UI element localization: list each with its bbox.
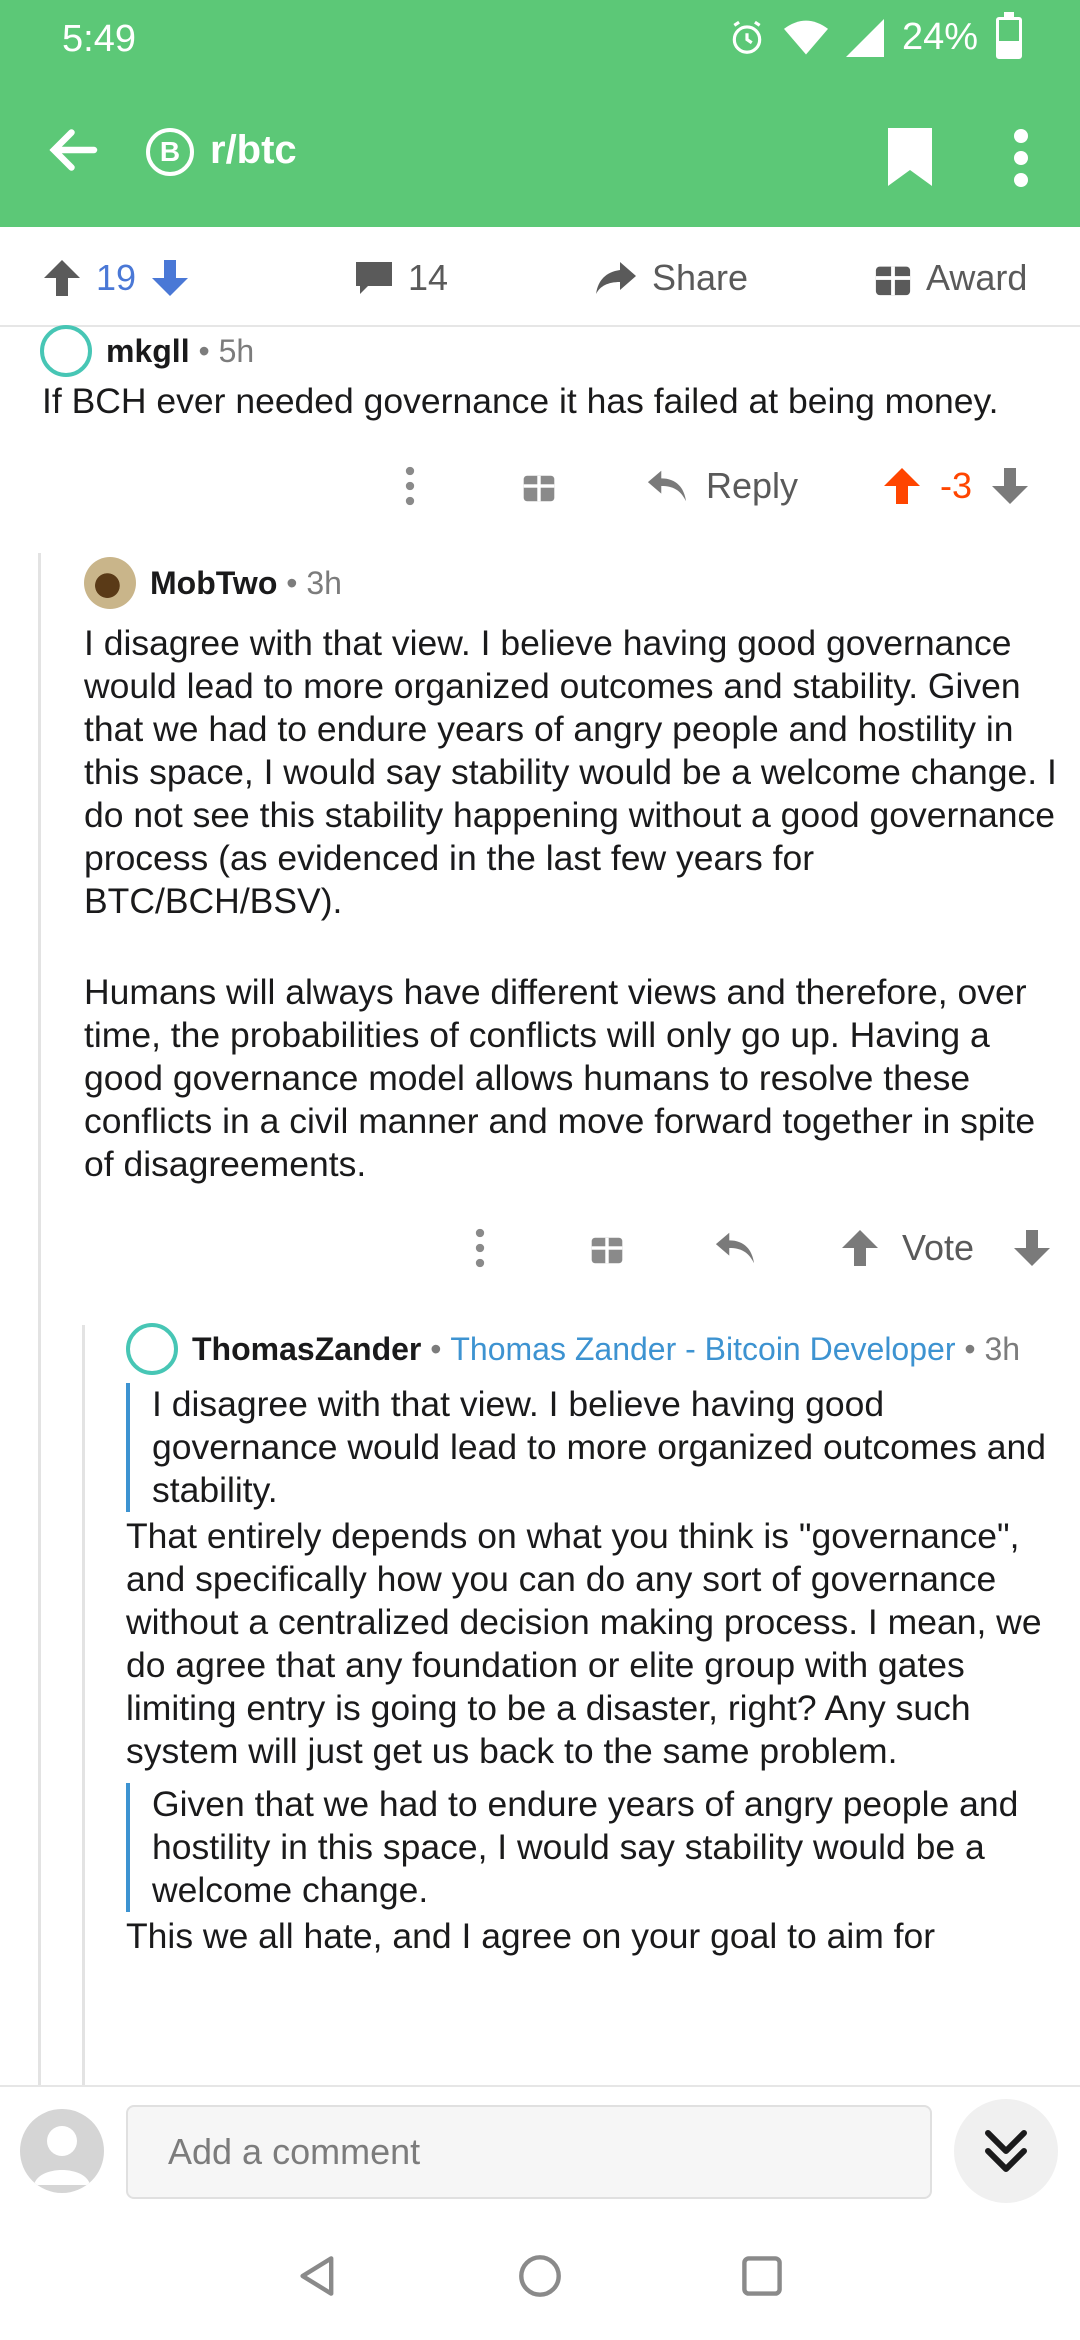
share-icon [596, 262, 636, 294]
user-flair: Thomas Zander - Bitcoin Developer [450, 1330, 956, 1367]
comment-paragraph: That entirely depends on what you think … [126, 1516, 1042, 1771]
alarm-icon [732, 20, 762, 54]
reply-icon[interactable] [646, 468, 688, 504]
status-icons: 24% [728, 11, 1022, 59]
bookmark-icon[interactable] [888, 128, 932, 186]
upvote-icon[interactable] [882, 466, 922, 506]
thread-line [38, 553, 41, 2085]
comment-author[interactable]: mkgll [106, 333, 190, 370]
thread-line [82, 1325, 85, 2085]
quote-block: I disagree with that view. I believe hav… [126, 1383, 1052, 1512]
comment-meta: MobTwo • 3h [84, 557, 342, 609]
comment-paragraph: I disagree with that view. I believe hav… [84, 623, 1057, 921]
signal-icon [845, 18, 884, 57]
toolbar: B r/btc [0, 110, 1080, 200]
quote-block: Given that we had to endure years of ang… [126, 1783, 1072, 1912]
comment-meta: mkgll • 5h [40, 325, 254, 377]
comment-score: -3 [940, 465, 973, 506]
downvote-icon[interactable] [1012, 1228, 1052, 1268]
share-label: Share [652, 257, 749, 298]
avatar[interactable] [40, 325, 92, 377]
comment-paragraph: This we all hate, and I agree on your go… [126, 1916, 936, 1956]
downvote-icon[interactable] [990, 466, 1030, 506]
comment-author[interactable]: ThomasZander [192, 1331, 421, 1368]
comment-actions: Vote [470, 1227, 1052, 1269]
comment-thread: mkgll • 5h If BCH ever needed governance… [0, 325, 1080, 2085]
comment-time: 3h [984, 1330, 1021, 1367]
award-button[interactable]: Award [874, 257, 1027, 299]
post-action-bar: 19 14 Share Award [0, 227, 1080, 327]
vote-label: Vote [902, 1227, 975, 1268]
gift-icon[interactable] [590, 1231, 624, 1265]
expand-button[interactable] [954, 2099, 1058, 2203]
status-time: 5:49 [62, 18, 136, 60]
comment-count: 14 [408, 257, 449, 298]
battery-icon [996, 11, 1022, 59]
subreddit-name[interactable]: r/btc [210, 128, 297, 173]
comment-time: 5h [218, 332, 255, 369]
double-chevron-down-icon [985, 2130, 1027, 2172]
app-bar: 5:49 24% B r/btc [0, 0, 1080, 227]
avatar[interactable] [126, 1323, 178, 1375]
system-navigation-bar [0, 2210, 1080, 2340]
comment-author[interactable]: MobTwo [150, 565, 277, 602]
more-options-icon[interactable] [470, 1228, 490, 1268]
share-button[interactable]: Share [594, 257, 748, 299]
back-nav-icon[interactable] [296, 2254, 340, 2298]
comments-button[interactable]: 14 [354, 257, 448, 299]
gift-icon [875, 266, 911, 296]
comment-icon [356, 262, 392, 294]
post-vote: 19 [42, 257, 190, 299]
avatar[interactable] [84, 557, 136, 609]
comment-paragraph: Humans will always have different views … [84, 972, 1036, 1184]
reply-icon[interactable] [714, 1230, 756, 1266]
reply-button[interactable]: Reply [706, 465, 798, 507]
comment-actions: Reply -3 [400, 465, 1030, 507]
more-options-icon[interactable] [400, 466, 420, 506]
home-nav-icon[interactable] [518, 2254, 562, 2298]
upvote-count: 19 [96, 257, 137, 298]
comment-bar: Add a comment [0, 2085, 1080, 2212]
battery-percent: 24% [901, 16, 978, 58]
user-avatar[interactable] [20, 2109, 104, 2193]
more-options-icon[interactable] [1006, 128, 1036, 188]
recents-nav-icon[interactable] [740, 2254, 784, 2298]
person-icon [34, 2126, 90, 2185]
comment-time: 3h [306, 564, 342, 601]
subreddit-icon: B [146, 128, 194, 176]
back-arrow-icon[interactable] [44, 120, 104, 180]
downvote-icon[interactable] [150, 258, 190, 298]
comment-meta: ThomasZander • Thomas Zander - Bitcoin D… [126, 1323, 1020, 1375]
comment-body: If BCH ever needed governance it has fai… [42, 381, 999, 421]
gift-icon[interactable] [522, 469, 556, 503]
upvote-icon[interactable] [42, 258, 82, 298]
upvote-icon[interactable] [840, 1228, 880, 1268]
add-comment-input[interactable]: Add a comment [126, 2105, 932, 2199]
award-label: Award [926, 257, 1028, 298]
wifi-icon [783, 20, 828, 54]
